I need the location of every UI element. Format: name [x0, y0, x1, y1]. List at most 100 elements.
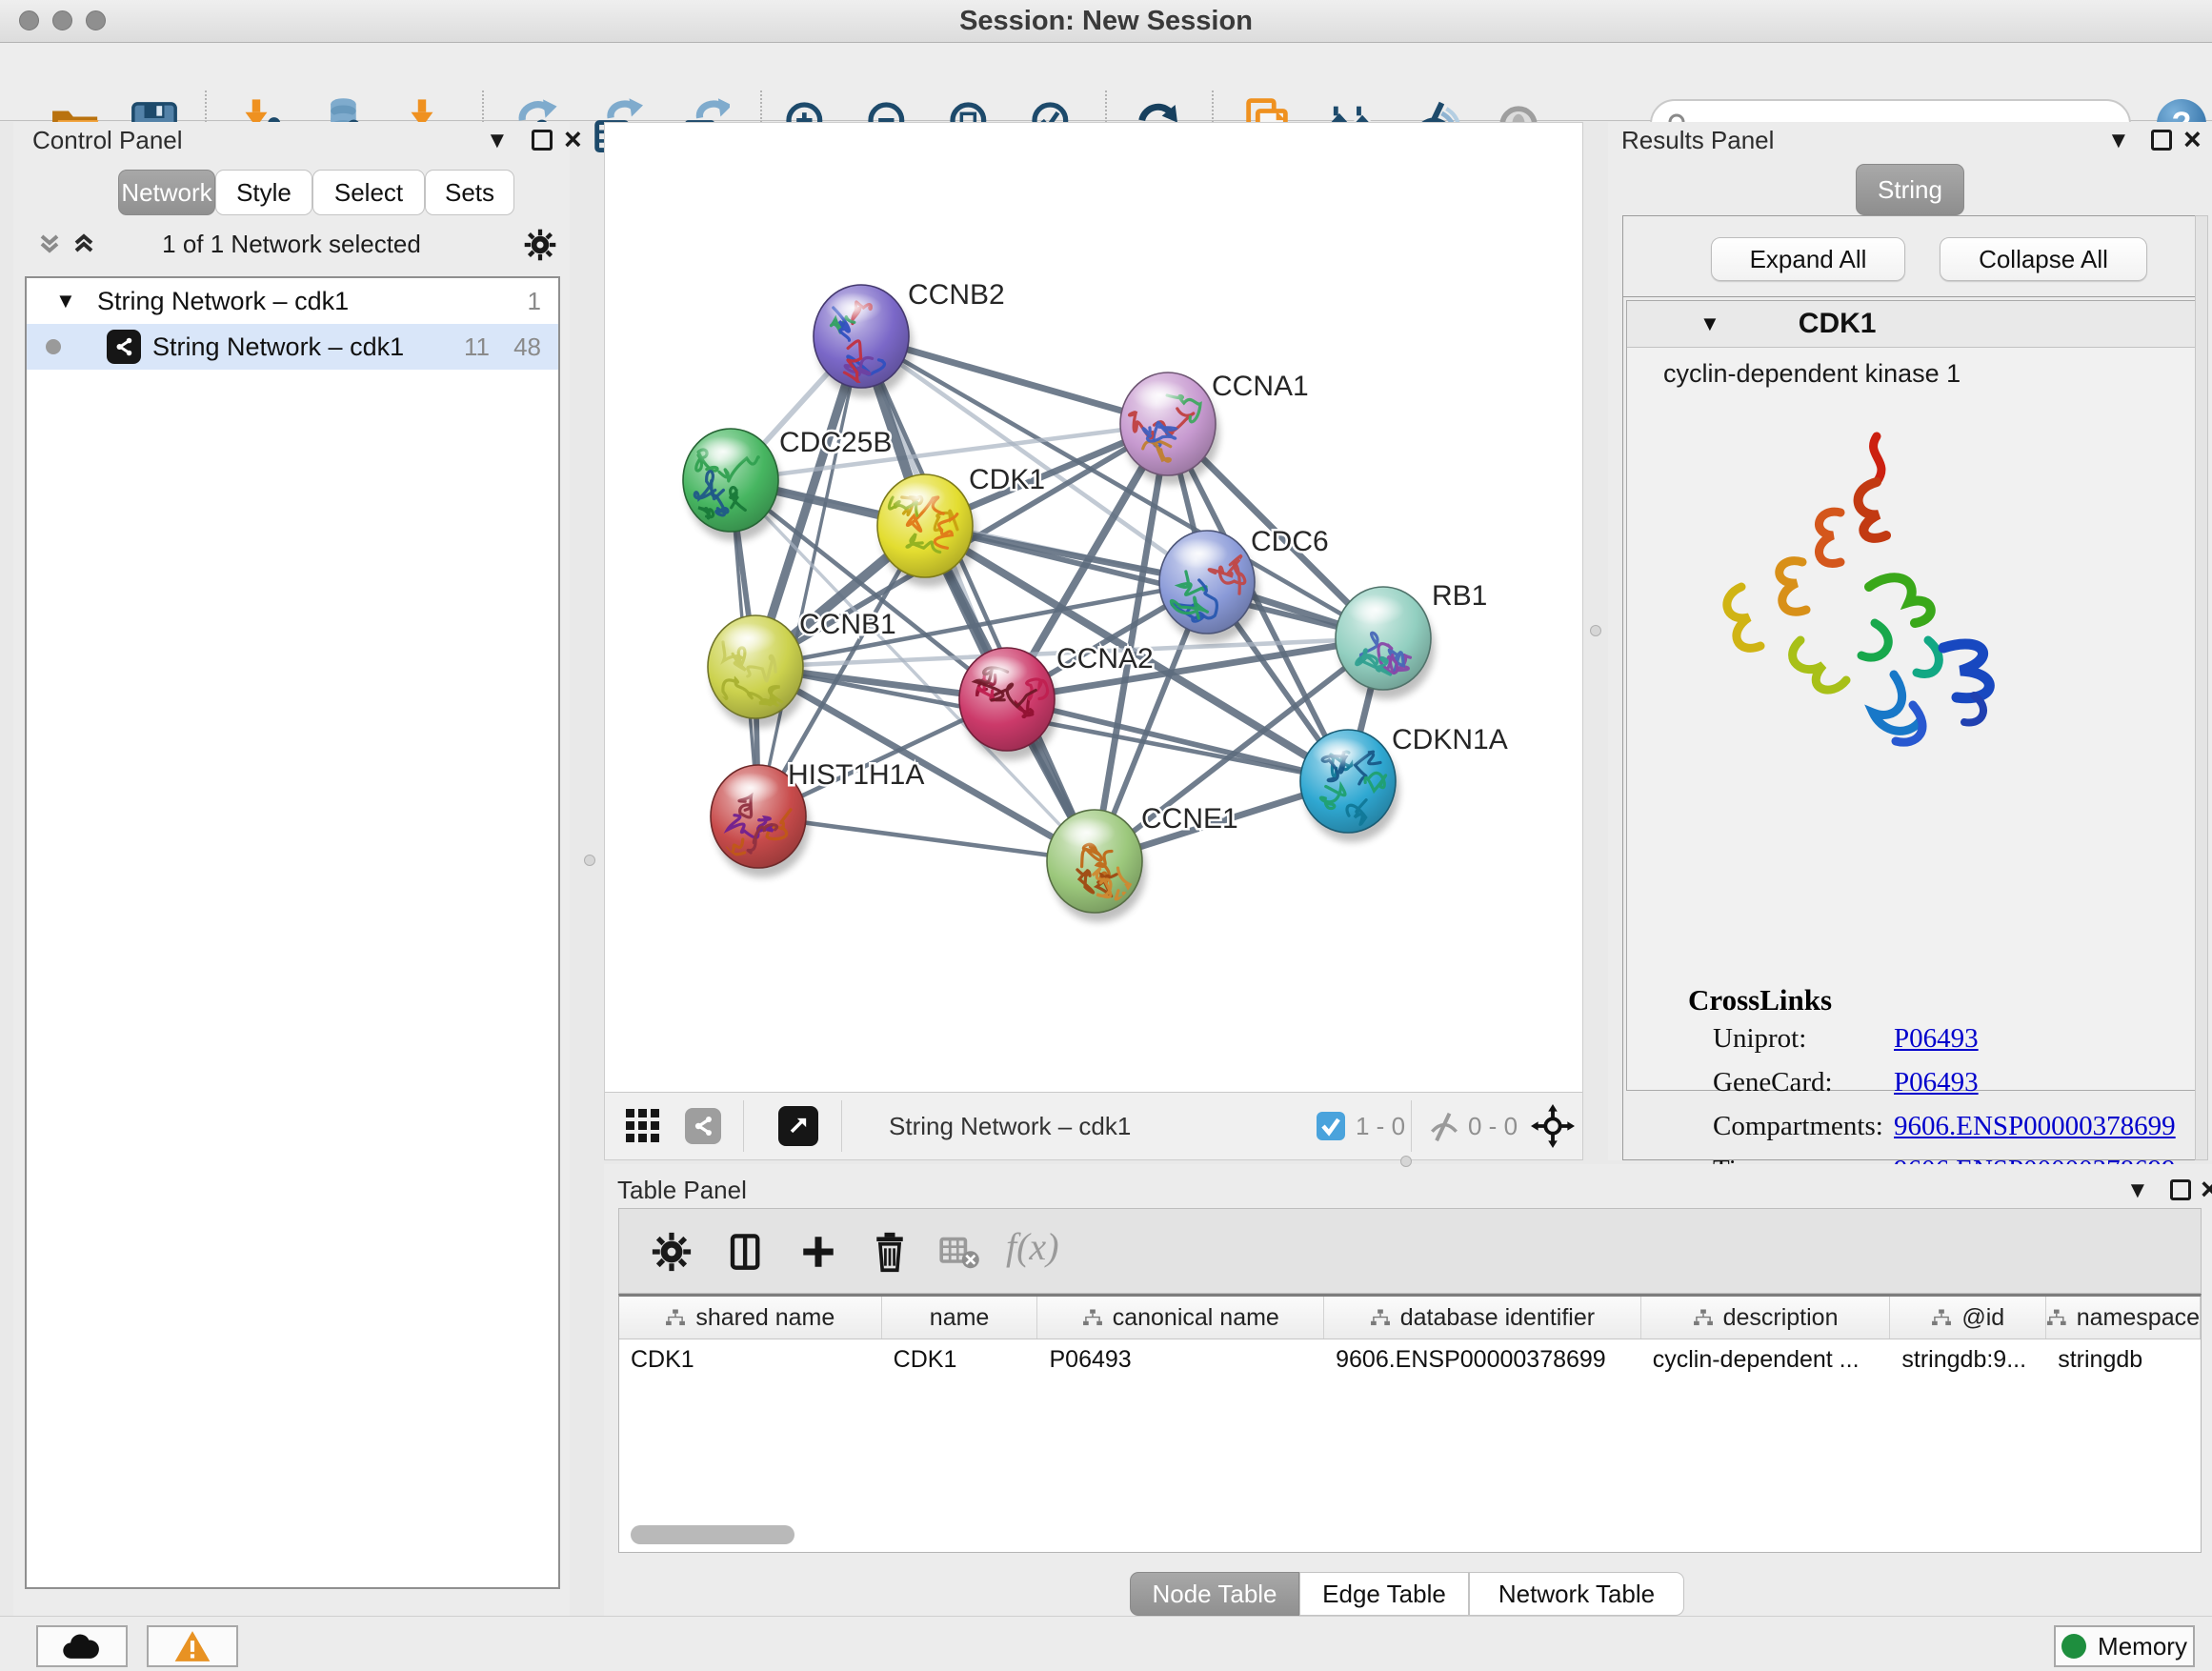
tab-string[interactable]: String [1856, 164, 1964, 215]
panel-menu-icon[interactable]: ▼ [2107, 130, 2130, 152]
column-header-namespace[interactable]: namespace [2046, 1297, 2201, 1339]
toolbar-separator [1411, 1100, 1412, 1152]
table-row[interactable]: CDK1CDK1P064939606.ENSP00000378699cyclin… [619, 1339, 2201, 1381]
gene-description: cyclin-dependent kinase 1 [1627, 348, 2195, 389]
node-CCNE1[interactable] [1047, 810, 1146, 922]
node-CDC25B[interactable] [683, 429, 782, 541]
column-header-canonical-name[interactable]: canonical name [1037, 1297, 1324, 1339]
expand-all-button[interactable]: Expand All [1711, 237, 1905, 281]
tab-node-table[interactable]: Node Table [1130, 1572, 1299, 1616]
delete-table-icon[interactable] [939, 1236, 981, 1270]
column-header-name[interactable]: name [882, 1297, 1038, 1339]
toolbar-separator [841, 1100, 842, 1152]
protein-structure-image [1688, 419, 2050, 777]
column-header-label: namespace [2077, 1304, 2200, 1332]
selected-node-edge-counts: 1 - 0 [1356, 1093, 1405, 1159]
column-type-icon [665, 1309, 686, 1326]
application-window: Session: New Session [0, 0, 2212, 1671]
minimize-window-button[interactable] [52, 10, 72, 30]
edge-CCNB2-HIST1H1A[interactable] [758, 336, 861, 816]
memory-status-dot [2061, 1634, 2086, 1659]
memory-status-button[interactable]: Memory [2054, 1625, 2195, 1667]
close-panel-icon[interactable]: × [2201, 1178, 2212, 1200]
panel-menu-icon[interactable]: ▼ [486, 130, 509, 152]
pan-crosshair-icon[interactable] [1531, 1104, 1575, 1148]
float-panel-icon[interactable] [2170, 1179, 2191, 1200]
title-bar: Session: New Session [0, 0, 2212, 43]
close-window-button[interactable] [19, 10, 39, 30]
tab-style[interactable]: Style [215, 170, 312, 215]
splitter-handle[interactable] [584, 855, 595, 866]
window-title: Session: New Session [959, 6, 1253, 37]
column-header-description[interactable]: description [1641, 1297, 1891, 1339]
network-collection-row[interactable]: ▼ String Network – cdk1 1 [27, 278, 558, 324]
tab-edge-table[interactable]: Edge Table [1299, 1572, 1469, 1616]
tree-expander-icon[interactable]: ▼ [55, 289, 76, 313]
cloud-status-button[interactable] [36, 1625, 128, 1667]
card-expander-icon[interactable]: ▼ [1699, 312, 1720, 336]
column-header--id[interactable]: @id [1890, 1297, 2046, 1339]
gene-card-header[interactable]: ▼ CDK1 [1627, 301, 2195, 348]
network-canvas[interactable]: CCNB2CCNA1CDC25BCDK1CDC6RB1CCNB1CCNA2CDK… [605, 123, 1582, 1093]
tab-network-table[interactable]: Network Table [1469, 1572, 1684, 1616]
table-cell[interactable]: P06493 [1037, 1339, 1324, 1381]
node-CCNA1[interactable] [1120, 372, 1219, 485]
node-label-CCNB2: CCNB2 [908, 279, 1005, 311]
crosslink-link[interactable]: P06493 [1894, 1067, 1979, 1098]
node-CCNA2[interactable] [959, 648, 1058, 760]
node-CDK1[interactable] [877, 474, 976, 587]
close-panel-icon[interactable]: × [2183, 128, 2202, 151]
float-panel-icon[interactable] [2151, 130, 2172, 151]
horizontal-scrollbar-thumb[interactable] [631, 1525, 794, 1544]
table-cell[interactable]: CDK1 [882, 1339, 1038, 1381]
splitter-handle[interactable] [1400, 1156, 1412, 1167]
tab-select[interactable]: Select [312, 170, 425, 215]
node-label-HIST1H1A: HIST1H1A [788, 759, 924, 791]
node-RB1[interactable] [1336, 587, 1435, 699]
float-panel-icon[interactable] [532, 130, 553, 151]
birds-eye-view-icon[interactable] [685, 1108, 721, 1144]
node-CDC6[interactable] [1159, 531, 1258, 643]
zoom-window-button[interactable] [86, 10, 106, 30]
panel-menu-icon[interactable]: ▼ [2126, 1179, 2149, 1202]
selection-status: 1 of 1 Network selected [13, 230, 570, 259]
tab-sets[interactable]: Sets [425, 170, 514, 215]
table-cell[interactable]: 9606.ENSP00000378699 [1324, 1339, 1641, 1381]
node-CDKN1A[interactable] [1300, 730, 1399, 842]
gene-symbol: CDK1 [1799, 308, 1877, 340]
node-label-CDKN1A: CDKN1A [1392, 724, 1508, 755]
table-cell[interactable]: stringdb [2046, 1339, 2201, 1381]
network-row[interactable]: String Network – cdk1 11 48 [27, 324, 558, 370]
table-cell[interactable]: CDK1 [619, 1339, 882, 1381]
network-tree: ▼ String Network – cdk1 1 String Network… [25, 276, 560, 1589]
collapse-all-button[interactable]: Collapse All [1940, 237, 2147, 281]
table-cell[interactable]: stringdb:9... [1890, 1339, 2046, 1381]
add-column-icon[interactable] [798, 1232, 838, 1272]
crosslink-row: Compartments:9606.ENSP00000378699 [1627, 1111, 2195, 1155]
column-header-label: name [930, 1304, 990, 1332]
close-panel-icon[interactable]: × [564, 128, 582, 151]
show-columns-icon[interactable] [726, 1232, 766, 1272]
crosslink-row: Uniprot:P06493 [1627, 1023, 2195, 1067]
results-scrollbar[interactable] [2195, 215, 2208, 1160]
gear-icon[interactable] [524, 229, 556, 261]
column-header-label: database identifier [1400, 1304, 1595, 1332]
selected-checkbox-icon[interactable] [1316, 1111, 1346, 1141]
tab-network[interactable]: Network [118, 170, 215, 215]
toolbar-separator [743, 1100, 744, 1152]
table-settings-gear-icon[interactable] [652, 1232, 692, 1272]
detach-view-icon[interactable] [778, 1106, 818, 1146]
network-status-dot [46, 339, 61, 354]
node-CCNB2[interactable] [814, 285, 913, 397]
crosslink-link[interactable]: 9606.ENSP00000378699 [1894, 1111, 2176, 1142]
delete-column-trash-icon[interactable] [869, 1230, 911, 1274]
column-header-shared-name[interactable]: shared name [619, 1297, 882, 1339]
crosslink-label: GeneCard: [1713, 1067, 1833, 1098]
grid-view-icon[interactable] [626, 1109, 660, 1143]
function-builder-icon[interactable]: f(x) [1006, 1224, 1059, 1269]
column-header-database-identifier[interactable]: database identifier [1324, 1297, 1641, 1339]
table-cell[interactable]: cyclin-dependent ... [1641, 1339, 1891, 1381]
crosslink-link[interactable]: P06493 [1894, 1023, 1979, 1055]
splitter-handle[interactable] [1590, 625, 1601, 636]
warning-status-button[interactable] [147, 1625, 238, 1667]
